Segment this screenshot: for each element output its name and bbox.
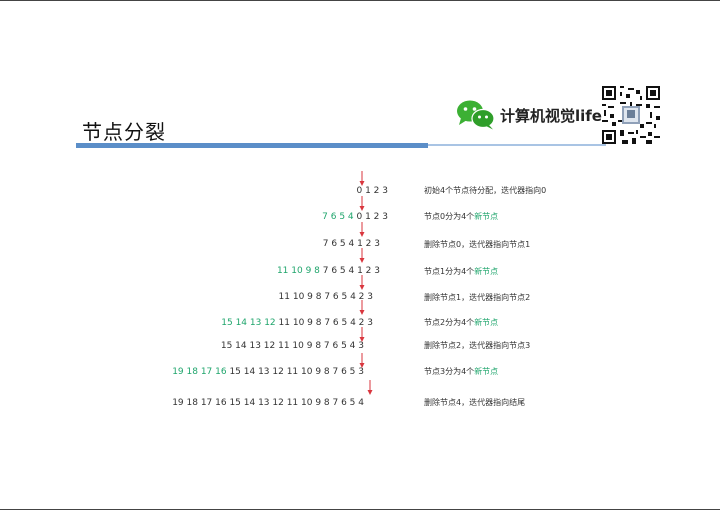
remaining-nodes: 15 14 13 12 11 10 9 8 7 6 5 3 [229, 367, 364, 377]
step-sequence: 19 18 17 16 15 14 13 12 11 10 9 8 7 6 5 … [172, 367, 364, 377]
step-sequence: 7 6 5 4 1 2 3 [323, 239, 380, 249]
step-sequence: 15 14 13 12 11 10 9 8 7 6 5 4 2 3 [221, 318, 373, 328]
step-sequence: 7 6 5 4 0 1 2 3 [322, 212, 388, 222]
iterator-arrow-icon [359, 196, 365, 211]
iterator-arrow-icon [359, 248, 365, 263]
iterator-arrow-icon [359, 327, 365, 342]
remaining-nodes: 0 1 2 3 [356, 186, 389, 196]
slide-title: 节点分裂 [82, 120, 166, 144]
step-note: 节点0分为4个新节点 [424, 212, 498, 222]
remaining-nodes: 15 14 13 12 11 10 9 8 7 6 5 4 3 [220, 341, 364, 351]
step-note: 删除节点4，迭代器指向结尾 [424, 398, 525, 408]
top-border [0, 0, 720, 1]
step-sequence: 15 14 13 12 11 10 9 8 7 6 5 4 3 [221, 341, 364, 351]
step-note-text: 节点1分为4个 [424, 267, 475, 276]
remaining-nodes: 19 18 17 16 15 14 13 12 11 10 9 8 7 6 5 … [172, 398, 364, 408]
wechat-icon [457, 100, 495, 130]
title-underline-thin [428, 144, 606, 146]
iterator-arrow-icon [359, 171, 365, 186]
step-note-text: 删除节点0，迭代器指向节点1 [424, 240, 531, 249]
step-note: 删除节点0，迭代器指向节点1 [424, 240, 530, 250]
bottom-border [0, 509, 720, 510]
step-note-text: 初始4个节点待分配，迭代器指向0 [424, 186, 547, 195]
iterator-arrow-icon [359, 300, 365, 315]
step-note: 删除节点2，迭代器指向节点3 [424, 341, 530, 351]
step-sequence: 19 18 17 16 15 14 13 12 11 10 9 8 7 6 5 … [172, 398, 364, 408]
step-note-highlight: 新节点 [474, 318, 499, 327]
step-note: 初始4个节点待分配，迭代器指向0 [424, 186, 546, 196]
qr-code-icon [602, 86, 660, 144]
iterator-arrow-icon [359, 275, 365, 290]
step-note-highlight: 新节点 [474, 212, 499, 221]
step-note-text: 节点3分为4个 [424, 367, 475, 376]
iterator-arrow-icon [359, 353, 365, 368]
new-nodes: 15 14 13 12 [221, 318, 279, 328]
step-note: 节点1分为4个新节点 [424, 267, 498, 277]
new-nodes: 7 6 5 4 [322, 212, 357, 222]
new-nodes: 19 18 17 16 [172, 367, 230, 377]
step-note-text: 删除节点4，迭代器指向结尾 [424, 398, 526, 407]
step-note: 删除节点1，迭代器指向节点2 [424, 293, 530, 303]
remaining-nodes: 7 6 5 4 1 2 3 [322, 266, 380, 276]
remaining-nodes: 0 1 2 3 [356, 212, 389, 222]
step-sequence: 0 1 2 3 [357, 186, 389, 196]
node-split-figure [165, 166, 590, 416]
step-note-text: 节点0分为4个 [424, 212, 475, 221]
step-note-text: 删除节点1，迭代器指向节点2 [424, 293, 531, 302]
step-note-text: 节点2分为4个 [424, 318, 475, 327]
brand-name: 计算机视觉life [500, 107, 602, 125]
step-note-highlight: 新节点 [474, 367, 499, 376]
remaining-nodes: 7 6 5 4 1 2 3 [322, 239, 380, 249]
title-underline [76, 143, 428, 148]
iterator-arrow-icon [367, 380, 373, 395]
step-note-text: 删除节点2，迭代器指向节点3 [424, 341, 531, 350]
new-nodes: 11 10 9 8 [276, 266, 323, 276]
step-note: 节点3分为4个新节点 [424, 367, 498, 377]
step-note-highlight: 新节点 [474, 267, 499, 276]
step-note: 节点2分为4个新节点 [424, 318, 498, 328]
iterator-arrow-icon [359, 222, 365, 237]
